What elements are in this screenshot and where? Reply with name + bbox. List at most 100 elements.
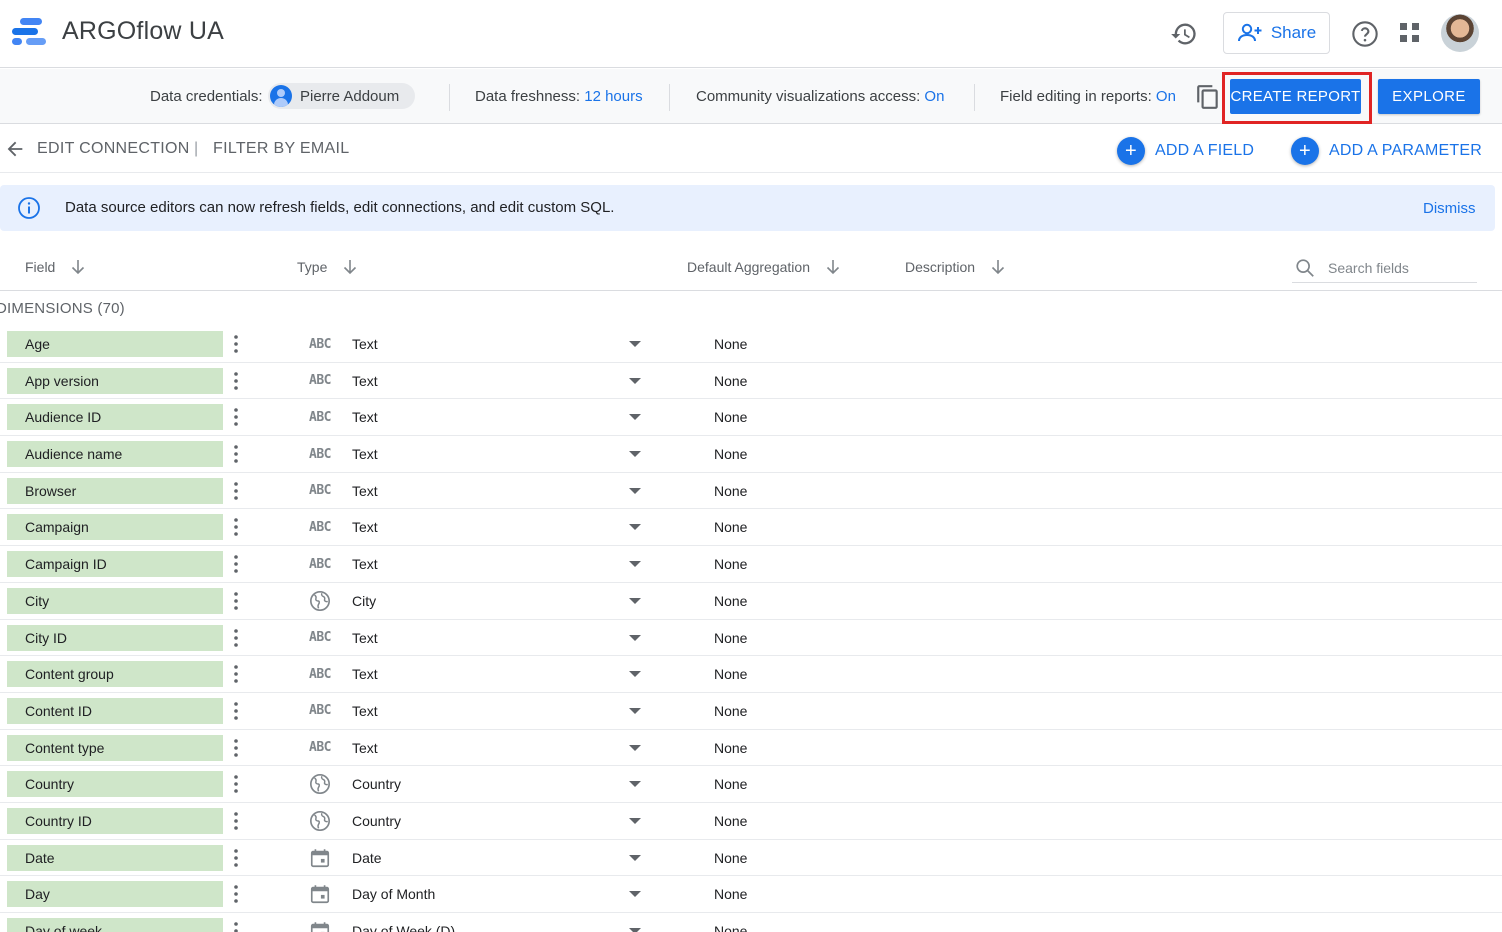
aggregation-label[interactable]: None (714, 593, 747, 609)
more-vert-icon[interactable] (230, 370, 242, 392)
aggregation-label[interactable]: None (714, 519, 747, 535)
add-field-button[interactable]: + ADD A FIELD (1117, 137, 1254, 165)
field-type-label[interactable]: City (352, 593, 376, 609)
field-name-chip[interactable]: Content group (7, 661, 223, 688)
more-vert-icon[interactable] (230, 883, 242, 905)
create-report-button[interactable]: CREATE REPORT (1230, 79, 1361, 114)
column-header-aggregation[interactable]: Default Aggregation (687, 259, 840, 275)
aggregation-label[interactable]: None (714, 813, 747, 829)
aggregation-label[interactable]: None (714, 850, 747, 866)
caret-down-icon[interactable] (629, 414, 641, 421)
field-name-chip[interactable]: Age (7, 331, 223, 357)
caret-down-icon[interactable] (629, 487, 641, 494)
more-vert-icon[interactable] (230, 773, 242, 795)
caret-down-icon[interactable] (629, 634, 641, 641)
field-type-label[interactable]: Text (352, 483, 378, 499)
caret-down-icon[interactable] (629, 781, 641, 788)
caret-down-icon[interactable] (629, 744, 641, 751)
aggregation-label[interactable]: None (714, 556, 747, 572)
community-value[interactable]: On (924, 88, 944, 105)
more-vert-icon[interactable] (230, 406, 242, 428)
field-name-chip[interactable]: Campaign ID (7, 551, 223, 578)
field-type-label[interactable]: Text (352, 740, 378, 756)
field-type-label[interactable]: Text (352, 336, 378, 352)
aggregation-label[interactable]: None (714, 373, 747, 389)
caret-down-icon[interactable] (629, 671, 641, 678)
copy-icon[interactable] (1195, 84, 1221, 110)
field-name-chip[interactable]: Day of week (7, 918, 223, 932)
apps-grid-icon[interactable] (1398, 21, 1422, 45)
edit-connection-link[interactable]: EDIT CONNECTION (37, 140, 190, 158)
community-visualizations[interactable]: Community visualizations access: On (696, 88, 944, 105)
aggregation-label[interactable]: None (714, 923, 747, 932)
caret-down-icon[interactable] (629, 928, 641, 932)
column-header-type[interactable]: Type (297, 259, 357, 275)
add-parameter-button[interactable]: + ADD A PARAMETER (1291, 137, 1482, 165)
caret-down-icon[interactable] (629, 341, 641, 347)
caret-down-icon[interactable] (629, 561, 641, 568)
more-vert-icon[interactable] (230, 333, 242, 355)
field-name-chip[interactable]: Country ID (7, 807, 223, 834)
aggregation-label[interactable]: None (714, 666, 747, 682)
field-name-chip[interactable]: Content type (7, 734, 223, 761)
field-name-chip[interactable]: Campaign (7, 514, 223, 541)
field-type-label[interactable]: Text (352, 373, 378, 389)
field-type-label[interactable]: Date (352, 850, 382, 866)
arrow-down-icon[interactable] (826, 259, 840, 275)
field-name-chip[interactable]: City ID (7, 624, 223, 651)
aggregation-label[interactable]: None (714, 740, 747, 756)
field-editing[interactable]: Field editing in reports: On (1000, 88, 1176, 105)
data-freshness[interactable]: Data freshness: 12 hours (475, 88, 643, 105)
more-vert-icon[interactable] (230, 627, 242, 649)
aggregation-label[interactable]: None (714, 336, 747, 352)
more-vert-icon[interactable] (230, 590, 242, 612)
arrow-down-icon[interactable] (343, 259, 357, 275)
field-type-label[interactable]: Text (352, 519, 378, 535)
app-title[interactable]: ARGOflow UA (62, 17, 224, 46)
field-type-label[interactable]: Day of Month (352, 886, 435, 902)
more-vert-icon[interactable] (230, 443, 242, 465)
aggregation-label[interactable]: None (714, 409, 747, 425)
history-icon[interactable] (1170, 20, 1198, 48)
share-button[interactable]: Share (1223, 12, 1330, 54)
arrow-back-icon[interactable] (4, 138, 26, 160)
user-avatar[interactable] (1441, 14, 1479, 52)
search-fields-input[interactable] (1328, 257, 1473, 279)
caret-down-icon[interactable] (629, 377, 641, 384)
field-type-label[interactable]: Text (352, 630, 378, 646)
help-icon[interactable] (1351, 20, 1379, 48)
more-vert-icon[interactable] (230, 700, 242, 722)
caret-down-icon[interactable] (629, 597, 641, 604)
column-header-description[interactable]: Description (905, 259, 1005, 275)
explore-button[interactable]: EXPLORE (1378, 79, 1480, 114)
field-name-chip[interactable]: App version (7, 367, 223, 394)
more-vert-icon[interactable] (230, 480, 242, 502)
field-name-chip[interactable]: Date (7, 844, 223, 871)
field-name-chip[interactable]: City (7, 587, 223, 614)
arrow-down-icon[interactable] (71, 259, 85, 275)
more-vert-icon[interactable] (230, 810, 242, 832)
field-type-label[interactable]: Text (352, 446, 378, 462)
field-type-label[interactable]: Day of Week (D) (352, 923, 455, 932)
field-type-label[interactable]: Text (352, 556, 378, 572)
aggregation-label[interactable]: None (714, 446, 747, 462)
field-name-chip[interactable]: Country (7, 771, 223, 798)
arrow-down-icon[interactable] (991, 259, 1005, 275)
more-vert-icon[interactable] (230, 737, 242, 759)
more-vert-icon[interactable] (230, 847, 242, 869)
field-editing-value[interactable]: On (1156, 88, 1176, 105)
field-type-label[interactable]: Text (352, 666, 378, 682)
caret-down-icon[interactable] (629, 707, 641, 714)
field-type-label[interactable]: Country (352, 813, 401, 829)
field-type-label[interactable]: Text (352, 409, 378, 425)
looker-studio-logo-icon[interactable] (12, 16, 48, 48)
field-name-chip[interactable]: Audience name (7, 441, 223, 468)
caret-down-icon[interactable] (629, 891, 641, 898)
caret-down-icon[interactable] (629, 854, 641, 861)
credentials-chip[interactable]: Pierre Addoum (268, 83, 415, 109)
aggregation-label[interactable]: None (714, 776, 747, 792)
field-name-chip[interactable]: Day (7, 881, 223, 908)
caret-down-icon[interactable] (629, 451, 641, 458)
field-name-chip[interactable]: Audience ID (7, 404, 223, 431)
freshness-value[interactable]: 12 hours (584, 88, 642, 105)
